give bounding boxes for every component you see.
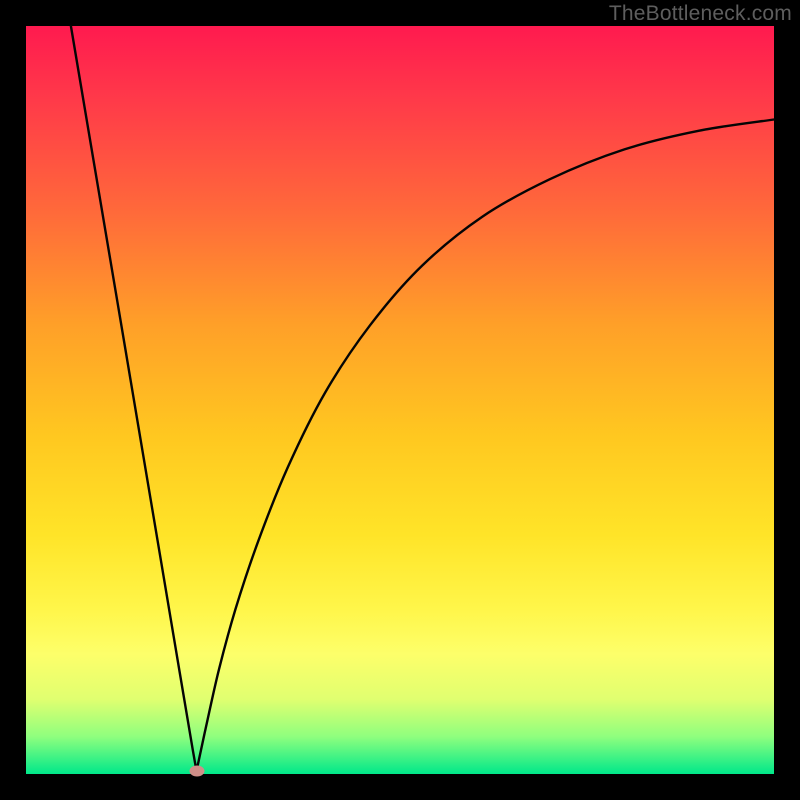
bottleneck-curve (26, 26, 774, 774)
minimum-marker (189, 766, 204, 777)
watermark-text: TheBottleneck.com (609, 2, 792, 26)
